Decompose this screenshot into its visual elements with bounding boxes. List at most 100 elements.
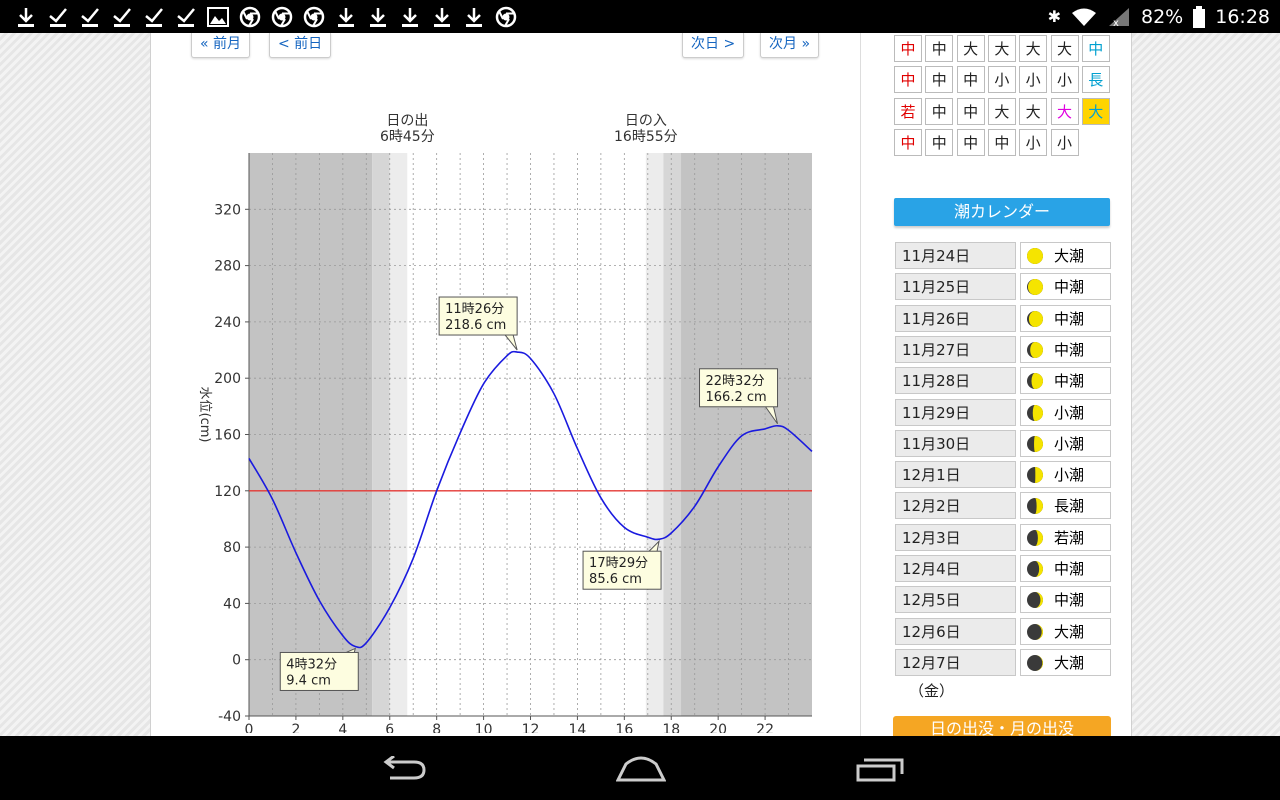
moon-phase-icon: [1027, 654, 1043, 671]
moon-phase-icon: [1027, 248, 1043, 264]
chrome-icon: [234, 4, 266, 30]
moon-phase-icon: [1027, 467, 1043, 484]
y-axis-label: 水位(cm): [197, 387, 212, 443]
tide-grid-cell[interactable]: 中: [1081, 35, 1110, 62]
x-tick-label: 22: [756, 722, 774, 733]
home-button-icon[interactable]: [616, 754, 666, 782]
annotation-value: 218.6 cm: [445, 318, 506, 333]
tide-grid-cell[interactable]: 中: [925, 97, 954, 125]
weekday-label: （金）: [909, 682, 955, 700]
calendar-row[interactable]: 12月4日 中潮: [895, 555, 1111, 583]
calendar-row[interactable]: 11月29日 小潮: [895, 398, 1111, 427]
calendar-row[interactable]: 11月24日 大潮: [895, 242, 1111, 270]
tide-grid-cell[interactable]: 小: [1050, 66, 1079, 94]
moon-phase-icon: [1027, 498, 1043, 515]
tide-grid-cell[interactable]: 小: [987, 66, 1016, 94]
clock: 16:28: [1215, 5, 1270, 28]
tide-grid-cell[interactable]: 中: [894, 66, 922, 94]
calendar-row[interactable]: 12月1日 小潮: [895, 461, 1111, 489]
tide-grid-cell[interactable]: 小: [1019, 128, 1048, 156]
status-right: ✱ x 82% 16:28: [1048, 0, 1270, 33]
annotation-value: 166.2 cm: [706, 390, 767, 405]
tide-grid-cell[interactable]: 中: [925, 35, 954, 62]
notification-icons: [10, 4, 522, 30]
back-button-icon[interactable]: [380, 756, 428, 780]
calendar-date: 11月25日: [895, 273, 1016, 301]
calendar-row[interactable]: 12月2日 長潮: [895, 492, 1111, 520]
tide-grid-cell[interactable]: 小: [1050, 128, 1079, 156]
y-tick-label: 40: [223, 596, 241, 612]
android-nav-bar: [0, 736, 1280, 800]
tide-grid-cell[interactable]: 大: [1019, 97, 1048, 125]
tide-grid-cell[interactable]: 中: [925, 66, 954, 94]
check-download-icon: [74, 4, 106, 30]
y-tick-label: 80: [223, 540, 241, 556]
tide-grid-cell[interactable]: 中: [956, 66, 985, 94]
tide-grid-cell[interactable]: 若: [894, 97, 922, 125]
tide-grid-cell[interactable]: 大: [1050, 97, 1079, 125]
tide-grid-cell[interactable]: 大: [1050, 35, 1079, 62]
annotation-time: 22時32分: [706, 374, 765, 389]
tide-grid-cell[interactable]: 中: [956, 128, 985, 156]
calendar-date: 11月27日: [895, 335, 1016, 363]
y-tick-label: 160: [214, 428, 241, 444]
calendar-row[interactable]: 12月6日 大潮: [895, 617, 1111, 646]
tide-grid-cell[interactable]: 小: [1019, 66, 1048, 94]
tide-grid-cell[interactable]: 中: [894, 35, 922, 62]
calendar-row[interactable]: 12月5日 中潮: [895, 586, 1111, 614]
calendar-tide: 中潮: [1020, 335, 1111, 363]
moon-phase-icon: [1027, 373, 1043, 390]
calendar-row[interactable]: 11月25日 中潮: [895, 273, 1111, 301]
x-tick-label: 12: [522, 722, 540, 733]
tide-grid-cell[interactable]: 中: [925, 128, 954, 156]
tide-type: 長潮: [1054, 497, 1085, 516]
tide-grid-cell[interactable]: 中: [894, 128, 922, 156]
download-icon: [458, 4, 490, 30]
sun-moon-button[interactable]: 日の出没・月の出没: [893, 716, 1111, 736]
calendar-tide: 中潮: [1020, 586, 1111, 614]
tide-grid-cell[interactable]: 大: [987, 97, 1016, 125]
calendar-date: 12月5日: [895, 586, 1016, 614]
recents-button-icon[interactable]: [856, 756, 906, 782]
tide-grid-cell[interactable]: 中: [956, 97, 985, 125]
annotation-time: 17時29分: [589, 556, 648, 571]
moon-phase-icon: [1027, 310, 1043, 327]
annotation-time: 11時26分: [445, 302, 504, 317]
tide-grid-cell[interactable]: 大: [987, 35, 1016, 62]
prev-day-button[interactable]: < 前日: [269, 33, 332, 58]
calendar-date: 11月24日: [895, 242, 1016, 269]
tide-type: 大潮: [1054, 622, 1085, 641]
tide-grid-cell[interactable]: 大: [956, 35, 985, 62]
tide-type: 中潮: [1054, 372, 1085, 391]
calendar-row[interactable]: 11月30日 小潮: [895, 429, 1111, 458]
tide-grid-cell[interactable]: 中: [987, 128, 1016, 156]
tide-grid-cell[interactable]: 長: [1081, 66, 1110, 94]
tide-grid-cell[interactable]: 大: [1081, 97, 1110, 125]
next-day-button[interactable]: 次日 >: [682, 33, 745, 58]
calendar-tide: 大潮: [1020, 617, 1111, 645]
x-tick-label: 4: [338, 722, 347, 733]
tide-type: 小潮: [1054, 434, 1085, 453]
signal-icon: x: [1109, 7, 1129, 27]
calendar-tide: 若潮: [1020, 523, 1111, 551]
main-content: « 前月 < 前日 次日 > 次月 » 4時32分 9.4 cm 11時26分 218…: [150, 33, 1132, 736]
calendar-row[interactable]: 12月7日 大潮: [895, 648, 1111, 677]
svg-text:x: x: [1113, 18, 1119, 27]
sunset-label: 日の入: [625, 113, 667, 129]
calendar-date: 11月29日: [895, 398, 1016, 426]
y-tick-label: 120: [214, 484, 241, 500]
tide-chart: 4時32分9.4 cm11時26分218.6 cm17時29分85.6 cm22…: [197, 113, 813, 733]
download-icon: [330, 4, 362, 30]
check-download-icon: [42, 4, 74, 30]
calendar-row[interactable]: 11月27日 中潮: [895, 335, 1111, 364]
battery-icon: [1193, 5, 1206, 28]
calendar-row[interactable]: 11月28日 中潮: [895, 367, 1111, 395]
calendar-row[interactable]: 11月26日 中潮: [895, 304, 1111, 333]
prev-month-button[interactable]: « 前月: [191, 33, 251, 58]
tide-grid-cell[interactable]: 大: [1019, 35, 1048, 62]
tide-type: 中潮: [1054, 591, 1085, 610]
next-month-button[interactable]: 次月 »: [760, 33, 820, 58]
calendar-row[interactable]: 12月3日 若潮: [895, 523, 1111, 552]
y-tick-label: -40: [218, 709, 241, 725]
annotation-value: 85.6 cm: [589, 572, 642, 587]
